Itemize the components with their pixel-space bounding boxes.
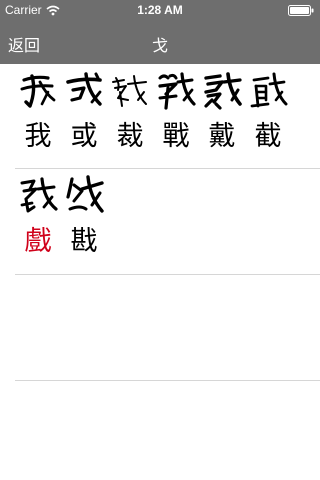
character-cell[interactable]: 戰 bbox=[153, 68, 199, 164]
calligraphy-image bbox=[66, 72, 102, 106]
character-label: 或 bbox=[70, 121, 98, 152]
status-bar: Carrier 1:28 AM bbox=[0, 0, 320, 20]
calligraphy-image bbox=[158, 72, 196, 110]
status-time: 1:28 AM bbox=[137, 3, 183, 17]
character-cell[interactable]: 我 bbox=[15, 68, 61, 164]
character-cell[interactable]: 裁 bbox=[107, 68, 153, 164]
character-cell[interactable]: 戡 bbox=[61, 173, 107, 269]
calligraphy-image bbox=[20, 177, 58, 213]
character-label: 戡 bbox=[70, 226, 98, 257]
calligraphy-image bbox=[204, 72, 242, 110]
character-cell[interactable]: 截 bbox=[245, 68, 291, 164]
list-row: 我 或 裁 戰 戴 截 bbox=[15, 64, 320, 169]
character-cell[interactable]: 或 bbox=[61, 68, 107, 164]
battery-icon bbox=[288, 5, 314, 16]
list-row: 戲 戡 bbox=[15, 169, 320, 275]
character-cell[interactable]: 戲 bbox=[15, 173, 61, 269]
character-cell[interactable]: 戴 bbox=[199, 68, 245, 164]
character-label: 戴 bbox=[208, 121, 236, 152]
page-title: 戈 bbox=[151, 36, 168, 55]
character-label: 戰 bbox=[162, 121, 190, 152]
list-row-empty bbox=[15, 275, 320, 381]
character-list[interactable]: 我 或 裁 戰 戴 截 戲 戡 bbox=[0, 64, 320, 480]
character-label: 裁 bbox=[116, 121, 144, 152]
character-label: 我 bbox=[24, 121, 52, 152]
character-label: 戲 bbox=[24, 226, 52, 257]
calligraphy-image bbox=[66, 175, 104, 213]
character-label: 截 bbox=[254, 121, 282, 152]
navigation-bar: 返回 戈 bbox=[0, 20, 320, 64]
calligraphy-image bbox=[112, 75, 147, 107]
calligraphy-image bbox=[250, 72, 288, 108]
calligraphy-image bbox=[20, 74, 56, 108]
